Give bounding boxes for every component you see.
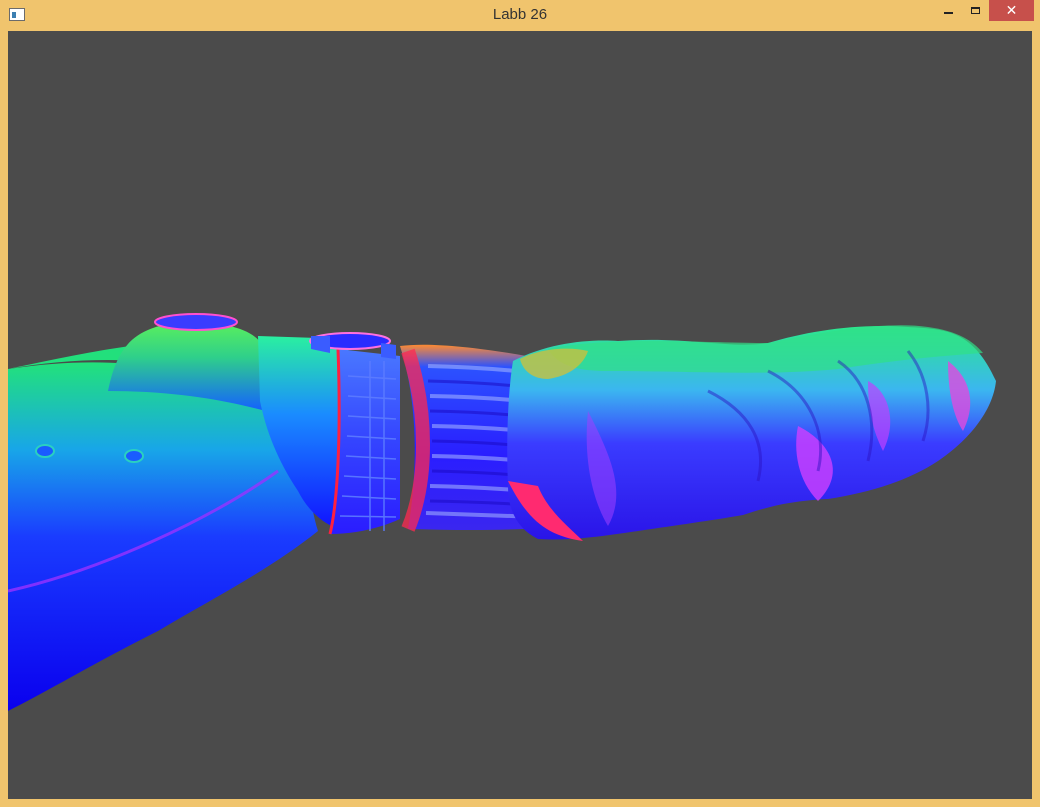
maximize-button[interactable] xyxy=(962,0,988,21)
minimize-icon xyxy=(943,11,953,14)
window-title: Labb 26 xyxy=(492,6,548,23)
render-viewport[interactable] xyxy=(8,31,1032,799)
close-icon: ✕ xyxy=(1005,2,1018,19)
app-window: Labb 26 ✕ xyxy=(0,0,1040,807)
close-button[interactable]: ✕ xyxy=(989,0,1034,21)
maximize-icon xyxy=(970,7,980,14)
minimize-button[interactable] xyxy=(935,0,961,21)
title-bar[interactable]: Labb 26 ✕ xyxy=(0,0,1040,31)
arm-model-render xyxy=(8,313,996,711)
